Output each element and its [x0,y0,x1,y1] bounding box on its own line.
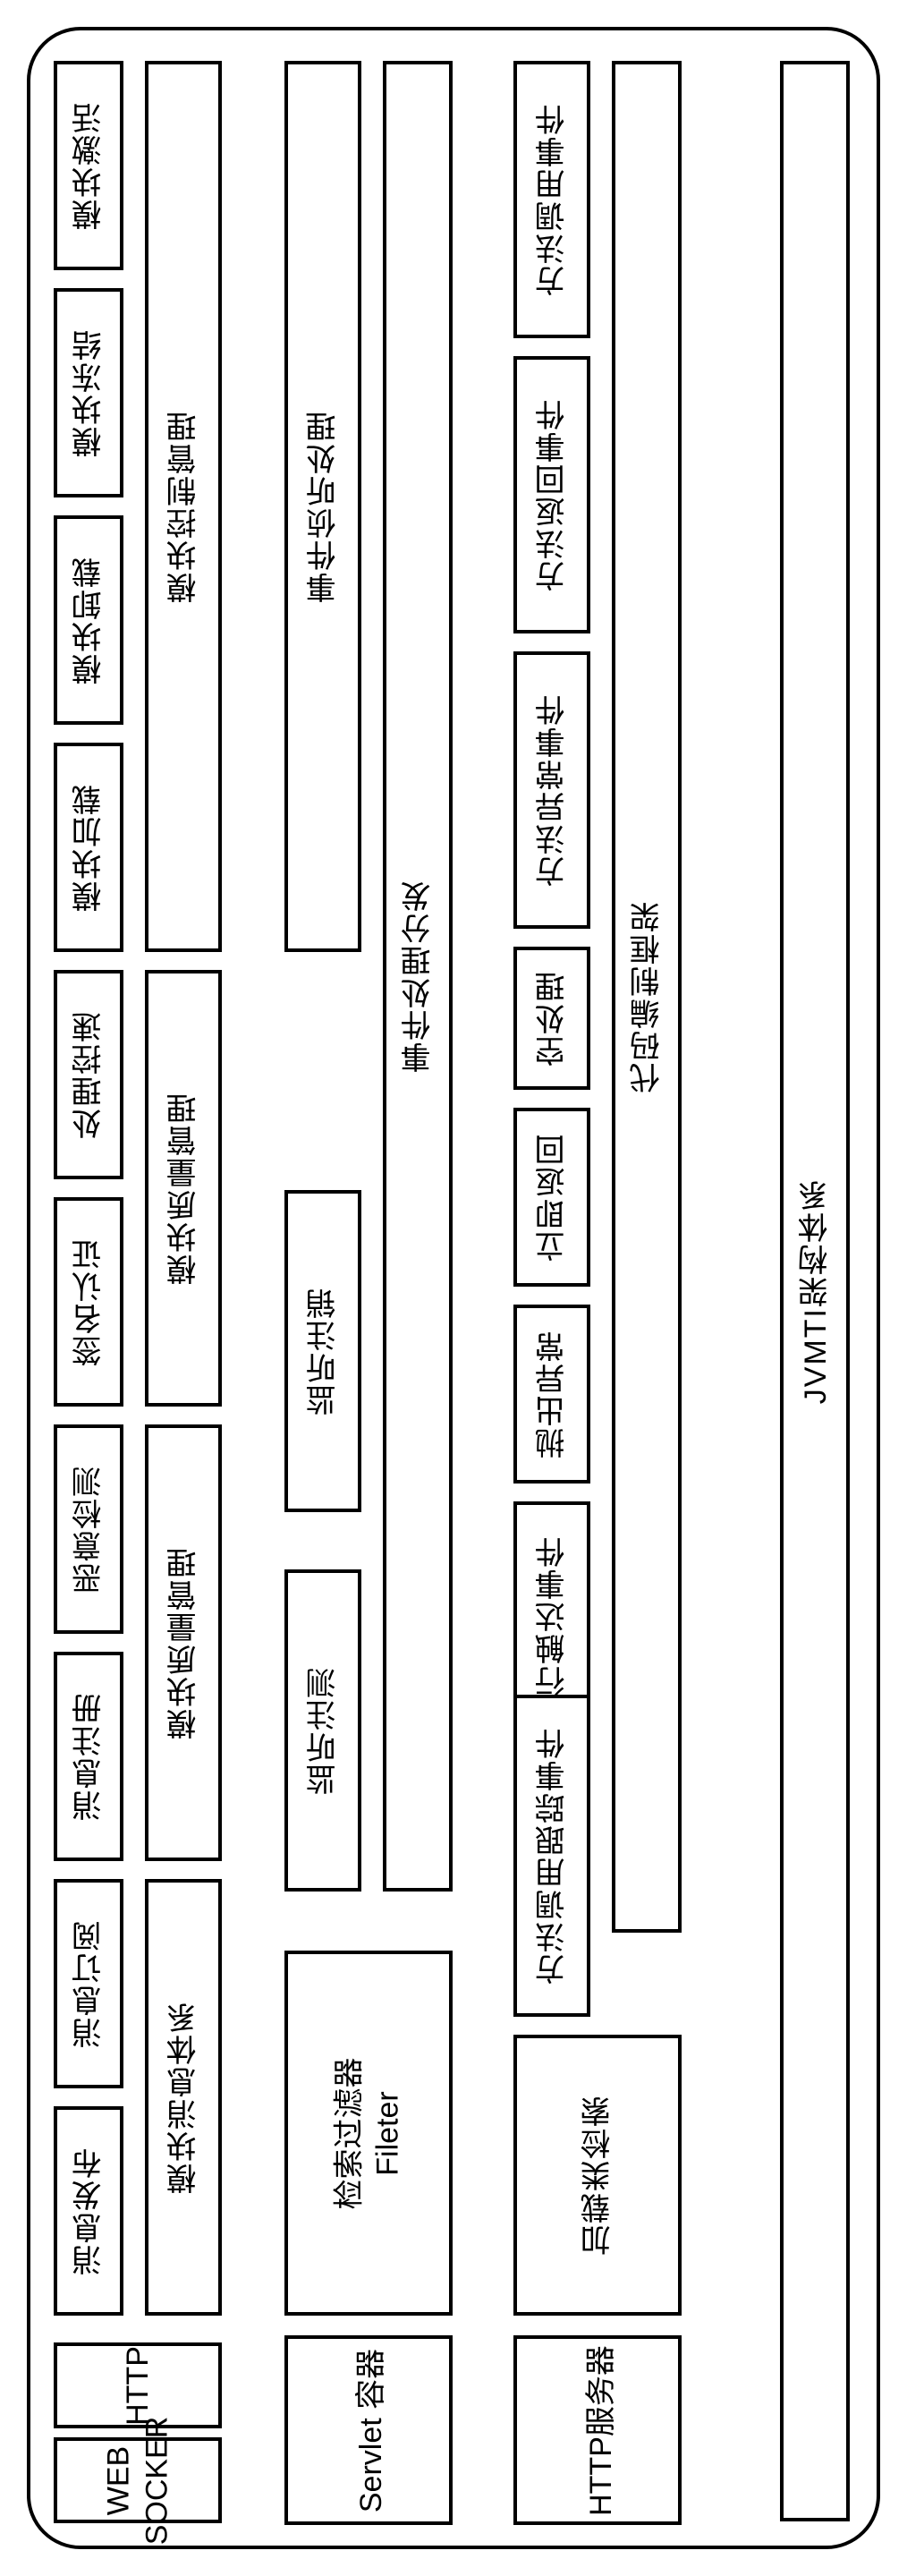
box-event-dispatch: 事件处理分发 [383,61,453,1892]
label: 加载类检索 [576,2095,620,2256]
box-throw-exception: 抛出异常 [513,1305,590,1484]
box-module-msg-system: 模块消息体系 [145,1879,222,2316]
label: HTTP [121,2346,156,2426]
label: 消息发布 [67,2147,111,2275]
label: 模块消息体系 [162,2001,206,2194]
box-module-load: 模块加载 [54,743,123,952]
label: Servlet 容器 [347,2348,391,2512]
label: 模块控制管理 [162,410,206,603]
box-code-weave-framework: 代码编制框架 [612,61,682,1933]
box-httpserver: HTTP服务器 [513,2335,682,2525]
label: 事件处理分发 [396,880,440,1073]
box-method-call-event: 方法调用事件 [513,61,590,338]
box-process-throttle: 处理控速 [54,970,123,1179]
box-method-exception-event: 方法异常事件 [513,651,590,929]
box-method-return-event: 方法返回事件 [513,356,590,633]
label: 空处理 [530,970,574,1067]
box-listen-unregister: 监听注销 [284,1190,361,1512]
box-servlet: Servlet 容器 [284,2335,453,2525]
box-msg-register: 消息注册 [54,1652,123,1861]
label: 处理控速 [67,1010,111,1139]
box-sign-auth: 签名认证 [54,1197,123,1407]
l2: SOCKER [140,2416,174,2545]
label: 模块卸载 [67,556,111,684]
label: 方法调用事件 [530,103,574,296]
label: 方法返回事件 [530,398,574,591]
box-module-quality-mgmt-2: 模块质量管理 [145,1424,222,1861]
label: 签名认证 [67,1237,111,1366]
box-load-class-search: 加载类检索 [513,2035,682,2316]
box-module-quality-mgmt-1: 模块质量管理 [145,970,222,1407]
label: 恶意检测 [67,1465,111,1594]
label: 代码编制框架 [625,900,669,1093]
label: 消息注册 [67,1692,111,1821]
box-return-immediate: 立即返回 [513,1108,590,1287]
label: 模块激活 [67,101,111,230]
box-msg-subscribe: 消息订阅 [54,1879,123,2088]
label: 模块质量管理 [162,1546,206,1739]
box-module-freeze: 模块冻结 [54,288,123,497]
label: 消息订阅 [67,1919,111,2048]
box-noop: 空处理 [513,947,590,1090]
box-listen-register: 监听注测 [284,1569,361,1892]
box-search-filter: 检索过滤器 Fileter [284,1951,453,2316]
box-module-activate: 模块激活 [54,61,123,270]
label-websocker: WEB SOCKER [100,2416,176,2545]
label-line2: Fileter [370,2091,404,2175]
box-websocker: WEB SOCKER [54,2437,222,2523]
label: 方法异常事件 [530,693,574,887]
label: JVMTI架构体系 [793,1178,837,1404]
box-malware-detect: 恶意检测 [54,1424,123,1634]
label-line1: 检索过滤器 [333,2057,367,2209]
label: 模块冻结 [67,328,111,457]
label: 模块质量管理 [162,1092,206,1285]
box-msg-publish: 消息发布 [54,2106,123,2316]
label-search-filter: 检索过滤器 Fileter [331,2057,407,2209]
label: 监听注销 [301,1287,345,1416]
label: 监听注测 [301,1666,345,1795]
diagram-frame: 模块激活 模块冻结 模块卸载 模块加载 处理控速 签名认证 恶意检测 消息注册 … [27,27,880,2549]
r5c8: 方法调用跟踪事件 [513,1695,590,2017]
label: 立即返回 [530,1133,574,1262]
label: 模块加载 [67,783,111,912]
label: 抛出异常 [530,1330,574,1458]
box-jvmti-architecture: JVMTI架构体系 [780,61,850,2521]
l1: WEB [102,2445,136,2514]
label: 事件侦听处理 [301,410,345,603]
box-module-control-mgmt: 模块控制管理 [145,61,222,952]
box-event-listen-handle: 事件侦听处理 [284,61,361,952]
box-module-unload: 模块卸载 [54,515,123,725]
label: 方法调用跟踪事件 [530,1727,574,1985]
label: HTTP服务器 [576,2345,620,2516]
box-http-proto: HTTP [54,2342,222,2428]
